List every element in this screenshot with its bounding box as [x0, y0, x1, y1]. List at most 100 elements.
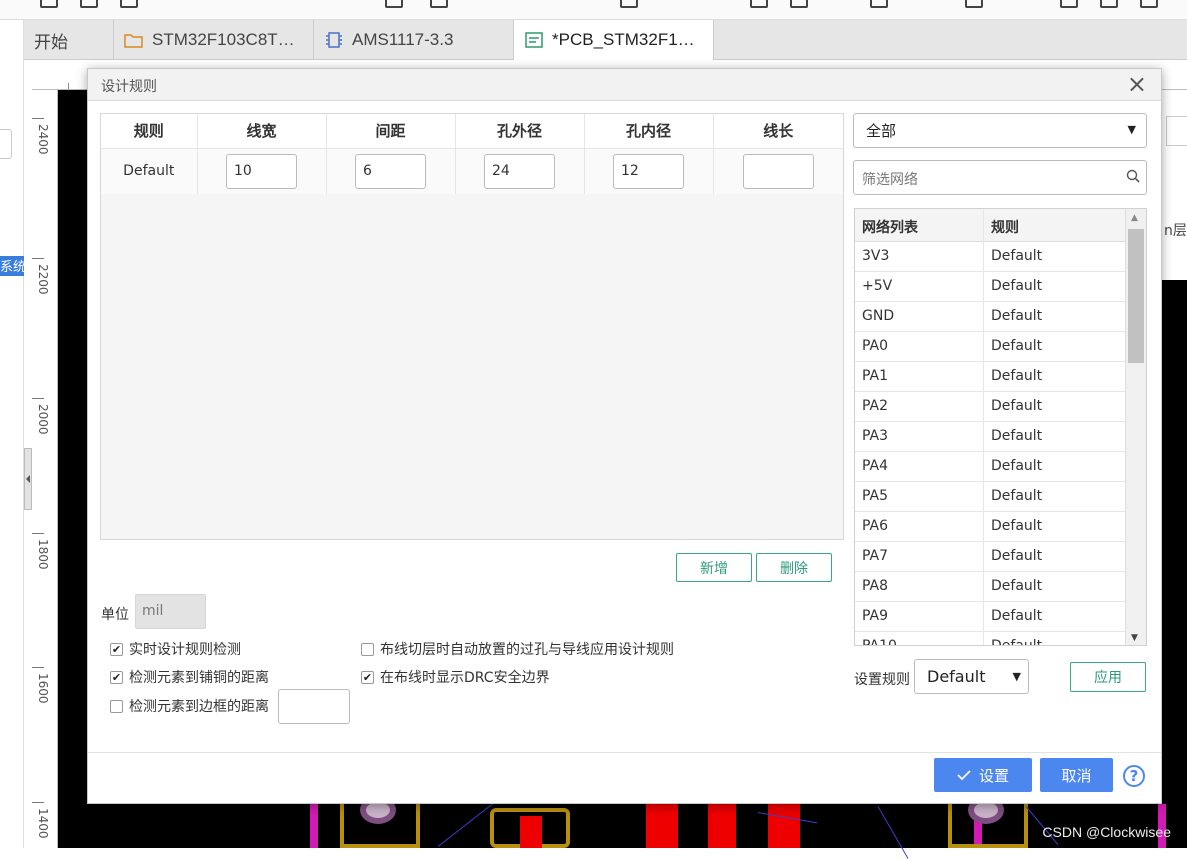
- scrollbar-thumb[interactable]: [1128, 229, 1144, 363]
- help-icon[interactable]: ?: [1123, 765, 1145, 787]
- align-icon[interactable]: [385, 0, 403, 8]
- table-row[interactable]: PA1 Default: [855, 362, 1125, 392]
- ruler-label: 2400: [36, 124, 50, 155]
- route-icon[interactable]: [620, 0, 638, 8]
- right-panel-button[interactable]: [1166, 116, 1187, 146]
- net-rule: Default: [991, 278, 1043, 294]
- left-panel-toggle[interactable]: [0, 129, 12, 159]
- net-name: PA6: [855, 512, 984, 542]
- board-edge-distance-checkbox[interactable]: 检测元素到边框的距离: [110, 696, 269, 716]
- distribute-icon[interactable]: [430, 0, 448, 8]
- via-outer-input[interactable]: [484, 153, 555, 189]
- table-row[interactable]: GND Default: [855, 302, 1125, 332]
- net-scope-select[interactable]: 全部 ▼: [853, 113, 1147, 148]
- net-name: PA4: [855, 452, 984, 482]
- table-row[interactable]: PA5 Default: [855, 482, 1125, 512]
- col-header-track-length: 线长: [713, 114, 843, 149]
- set-rule-label: 设置规则: [854, 672, 910, 688]
- layer-icon[interactable]: [1060, 0, 1078, 8]
- checkbox-box[interactable]: ✔: [110, 670, 123, 684]
- rules-table-header: 规则 线宽 间距 孔外径 孔内径 线长: [101, 114, 843, 149]
- table-row[interactable]: PA3 Default: [855, 422, 1125, 452]
- table-row[interactable]: PA7 Default: [855, 542, 1125, 572]
- copper-distance-checkbox[interactable]: ✔ 检测元素到铺铜的距离: [110, 667, 269, 687]
- table-row[interactable]: PA10 Default: [855, 632, 1125, 645]
- net-rule: Default: [991, 578, 1043, 594]
- ok-button[interactable]: 设置: [934, 758, 1032, 792]
- rotate-icon[interactable]: [120, 0, 138, 8]
- dialog-footer-divider: [88, 752, 1161, 753]
- table-row[interactable]: 3V3 Default: [855, 242, 1125, 272]
- checkbox-label: 检测元素到铺铜的距离: [129, 670, 269, 686]
- search-icon[interactable]: [1126, 169, 1140, 183]
- measure-icon[interactable]: [965, 0, 983, 8]
- cancel-button[interactable]: 取消: [1040, 758, 1113, 792]
- checkbox-box[interactable]: ✔: [361, 670, 374, 684]
- net-rule: Default: [991, 368, 1043, 384]
- cell-track-length: [713, 148, 843, 194]
- net-filter-input[interactable]: 筛选网络: [853, 160, 1147, 195]
- net-name: PA8: [855, 572, 984, 602]
- text-icon[interactable]: [870, 0, 888, 8]
- zoom-icon[interactable]: [40, 0, 58, 8]
- document-tabbar: 开始 STM32F103C8T… AMS1117-3.3 *PCB_STM32F…: [24, 20, 1187, 60]
- col-header-rule: 规则: [101, 114, 198, 149]
- cell-track-width: [197, 148, 327, 194]
- table-row[interactable]: PA9 Default: [855, 602, 1125, 632]
- caret-down-icon: ▼: [1127, 123, 1136, 136]
- table-row[interactable]: PA8 Default: [855, 572, 1125, 602]
- table-row[interactable]: +5V Default: [855, 272, 1125, 302]
- checkbox-box[interactable]: ✔: [110, 642, 123, 656]
- tab-schematic-stm32[interactable]: STM32F103C8T…: [114, 20, 314, 60]
- auto-via-rule-checkbox[interactable]: 布线切层时自动放置的过孔与导线应用设计规则: [361, 639, 674, 659]
- via-inner-input[interactable]: [613, 153, 684, 189]
- clearance-input[interactable]: [355, 153, 426, 189]
- track-width-input[interactable]: [226, 153, 297, 189]
- checkbox-box[interactable]: [110, 699, 123, 713]
- net-list[interactable]: 网络列表 规则 3V3 Default +5V Default GND Default PA…: [854, 208, 1147, 646]
- net-name: GND: [855, 302, 984, 332]
- left-sidebar-selected-item[interactable]: 系统: [0, 256, 24, 276]
- table-row[interactable]: PA6 Default: [855, 512, 1125, 542]
- sidebar-collapse-handle[interactable]: [24, 448, 32, 510]
- table-row[interactable]: PA4 Default: [855, 452, 1125, 482]
- tab-start[interactable]: 开始: [24, 20, 114, 60]
- pad-icon[interactable]: [790, 0, 808, 8]
- pcb-copper: [646, 804, 678, 848]
- col-header-via-outer: 孔外径: [455, 114, 585, 149]
- checkbox-label: 布线切层时自动放置的过孔与导线应用设计规则: [380, 642, 674, 658]
- tab-ams1117[interactable]: AMS1117-3.3: [314, 20, 514, 60]
- right-sidebar: n层: [1161, 90, 1187, 280]
- scroll-up-icon[interactable]: ▲: [1131, 213, 1138, 223]
- check-icon: [957, 770, 971, 781]
- add-rule-button[interactable]: 新增: [676, 553, 752, 582]
- via-icon[interactable]: [750, 0, 768, 8]
- checkbox-label: 在布线时显示DRC安全边界: [380, 670, 550, 686]
- right-sidebar-label: n层: [1164, 223, 1187, 239]
- scroll-down-icon[interactable]: ▼: [1131, 633, 1138, 643]
- checkbox-box[interactable]: [361, 642, 374, 656]
- cell-via-inner: [584, 148, 714, 194]
- 3d-icon[interactable]: [1100, 0, 1118, 8]
- table-row[interactable]: PA0 Default: [855, 332, 1125, 362]
- pcb-icon: [525, 32, 543, 48]
- table-row[interactable]: PA2 Default: [855, 392, 1125, 422]
- pan-icon[interactable]: [80, 0, 98, 8]
- rule-name[interactable]: Default: [101, 148, 198, 194]
- apply-button[interactable]: 应用: [1070, 662, 1146, 692]
- realtime-drc-checkbox[interactable]: ✔ 实时设计规则检测: [110, 639, 241, 659]
- show-drc-boundary-checkbox[interactable]: ✔ 在布线时显示DRC安全边界: [361, 667, 550, 687]
- settings-icon[interactable]: [1140, 0, 1158, 8]
- col-header-rule: 规则: [991, 220, 1019, 236]
- track-length-input[interactable]: [742, 153, 814, 189]
- net-list-header: 网络列表 规则: [855, 209, 1125, 242]
- net-rule: Default: [991, 488, 1043, 504]
- board-edge-distance-input[interactable]: [278, 689, 350, 724]
- tab-pcb-stm32[interactable]: *PCB_STM32F1…: [514, 20, 714, 60]
- set-rule-select[interactable]: Default ▼: [914, 659, 1029, 694]
- table-row[interactable]: Default: [101, 148, 843, 194]
- ruler-label: 1800: [36, 539, 50, 570]
- delete-rule-button[interactable]: 删除: [756, 553, 832, 582]
- close-icon[interactable]: ×: [1127, 72, 1147, 96]
- net-list-scrollbar[interactable]: ▲ ▼: [1125, 209, 1146, 645]
